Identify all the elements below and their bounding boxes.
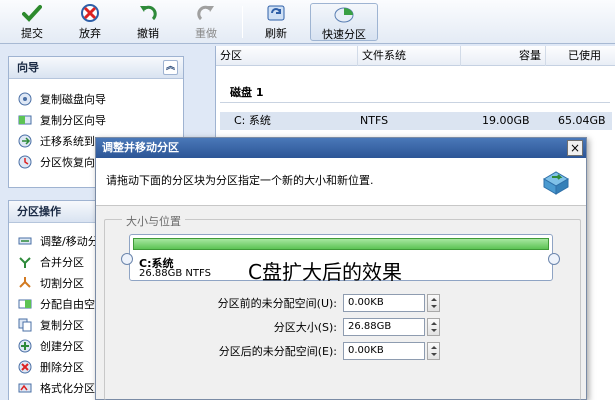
refresh-button[interactable]: 刷新	[256, 3, 296, 41]
check-icon	[21, 3, 43, 23]
col-partition[interactable]: 分区	[216, 46, 358, 66]
recovery-icon	[18, 155, 32, 168]
field-before-label: 分区前的未分配空间(U):	[217, 297, 337, 310]
table-header: 分区 文件系统 容量 已使用	[216, 46, 615, 66]
row-filesystem: NTFS	[360, 114, 389, 127]
col-filesystem[interactable]: 文件系统	[358, 46, 461, 66]
group-label: 大小与位置	[122, 213, 185, 229]
unallocated-after-input[interactable]: 0.00KB	[343, 342, 425, 360]
overlay-caption: C盘扩大后的效果	[248, 260, 402, 284]
resize-partition-icon	[543, 171, 569, 195]
partition-size-input[interactable]: 26.88GB	[343, 318, 425, 336]
wizard-item-copy-partition[interactable]: 复制分区向导	[9, 109, 183, 130]
partition-usage-bar	[133, 238, 549, 250]
disk-divider	[220, 102, 610, 103]
field-after-label: 分区后的未分配空间(E):	[218, 345, 337, 358]
merge-icon	[19, 256, 31, 268]
partition-size-spinner[interactable]	[427, 318, 440, 336]
table-row[interactable]: C: 系统 NTFS 19.00GB 65.04GB	[220, 112, 612, 130]
wizard-panel-header: 向导 ︽	[9, 57, 183, 79]
resize-partition-size: 26.88GB NTFS	[139, 268, 211, 279]
undo-icon	[137, 3, 159, 23]
redo-button[interactable]: 重做	[186, 3, 226, 41]
disk-icon	[333, 4, 355, 24]
partition-copy-icon	[18, 115, 32, 124]
disk-label[interactable]: 磁盘 1	[230, 84, 263, 100]
dialog-info: 请拖动下面的分区块为分区指定一个新的大小和新位置.	[96, 158, 586, 206]
right-resize-handle[interactable]	[548, 253, 560, 265]
row-capacity: 19.00GB	[482, 114, 530, 127]
migrate-icon	[18, 134, 32, 147]
unallocated-before-spinner[interactable]	[427, 294, 440, 312]
table-right-edge	[588, 137, 615, 400]
field-size-label: 分区大小(S):	[273, 321, 337, 334]
unallocated-before-input[interactable]: 0.00KB	[343, 294, 425, 312]
left-resize-handle[interactable]	[121, 253, 133, 265]
undo-button[interactable]: 撤销	[128, 3, 168, 41]
row-partition-name: C: 系统	[234, 114, 271, 127]
redo-icon	[195, 3, 217, 23]
row-used: 65.04GB	[558, 114, 606, 127]
field-size: 分区大小(S): 26.88GB	[193, 318, 440, 336]
wizard-item-copy-disk[interactable]: 复制磁盘向导	[9, 88, 183, 109]
field-after: 分区后的未分配空间(E): 0.00KB	[193, 342, 440, 360]
split-icon	[19, 276, 31, 288]
disk-copy-icon	[18, 92, 32, 105]
quick-partition-button[interactable]: 快速分区	[310, 3, 378, 41]
refresh-icon	[265, 3, 287, 23]
collapse-icon[interactable]: ︽	[163, 60, 178, 75]
discard-button[interactable]: 放弃	[70, 3, 110, 41]
format-icon	[18, 383, 32, 392]
dialog-instruction: 请拖动下面的分区块为分区指定一个新的大小和新位置.	[106, 174, 374, 187]
toolbar: 提交 放弃 撤销 重做 刷新 快速分区	[0, 0, 615, 44]
col-capacity[interactable]: 容量	[461, 46, 546, 66]
resize-icon	[18, 237, 32, 244]
toolbar-separator	[242, 6, 243, 38]
dialog-titlebar: 调整并移动分区 ×	[96, 138, 586, 158]
allocate-icon	[18, 299, 32, 308]
create-icon	[18, 339, 32, 352]
commit-button[interactable]: 提交	[12, 3, 52, 41]
discard-icon	[79, 3, 101, 23]
field-before: 分区前的未分配空间(U): 0.00KB	[193, 294, 440, 312]
delete-icon	[18, 360, 32, 373]
unallocated-after-spinner[interactable]	[427, 342, 440, 360]
close-button[interactable]: ×	[567, 140, 583, 156]
col-used[interactable]: 已使用	[546, 46, 615, 66]
copy-icon	[18, 318, 32, 331]
